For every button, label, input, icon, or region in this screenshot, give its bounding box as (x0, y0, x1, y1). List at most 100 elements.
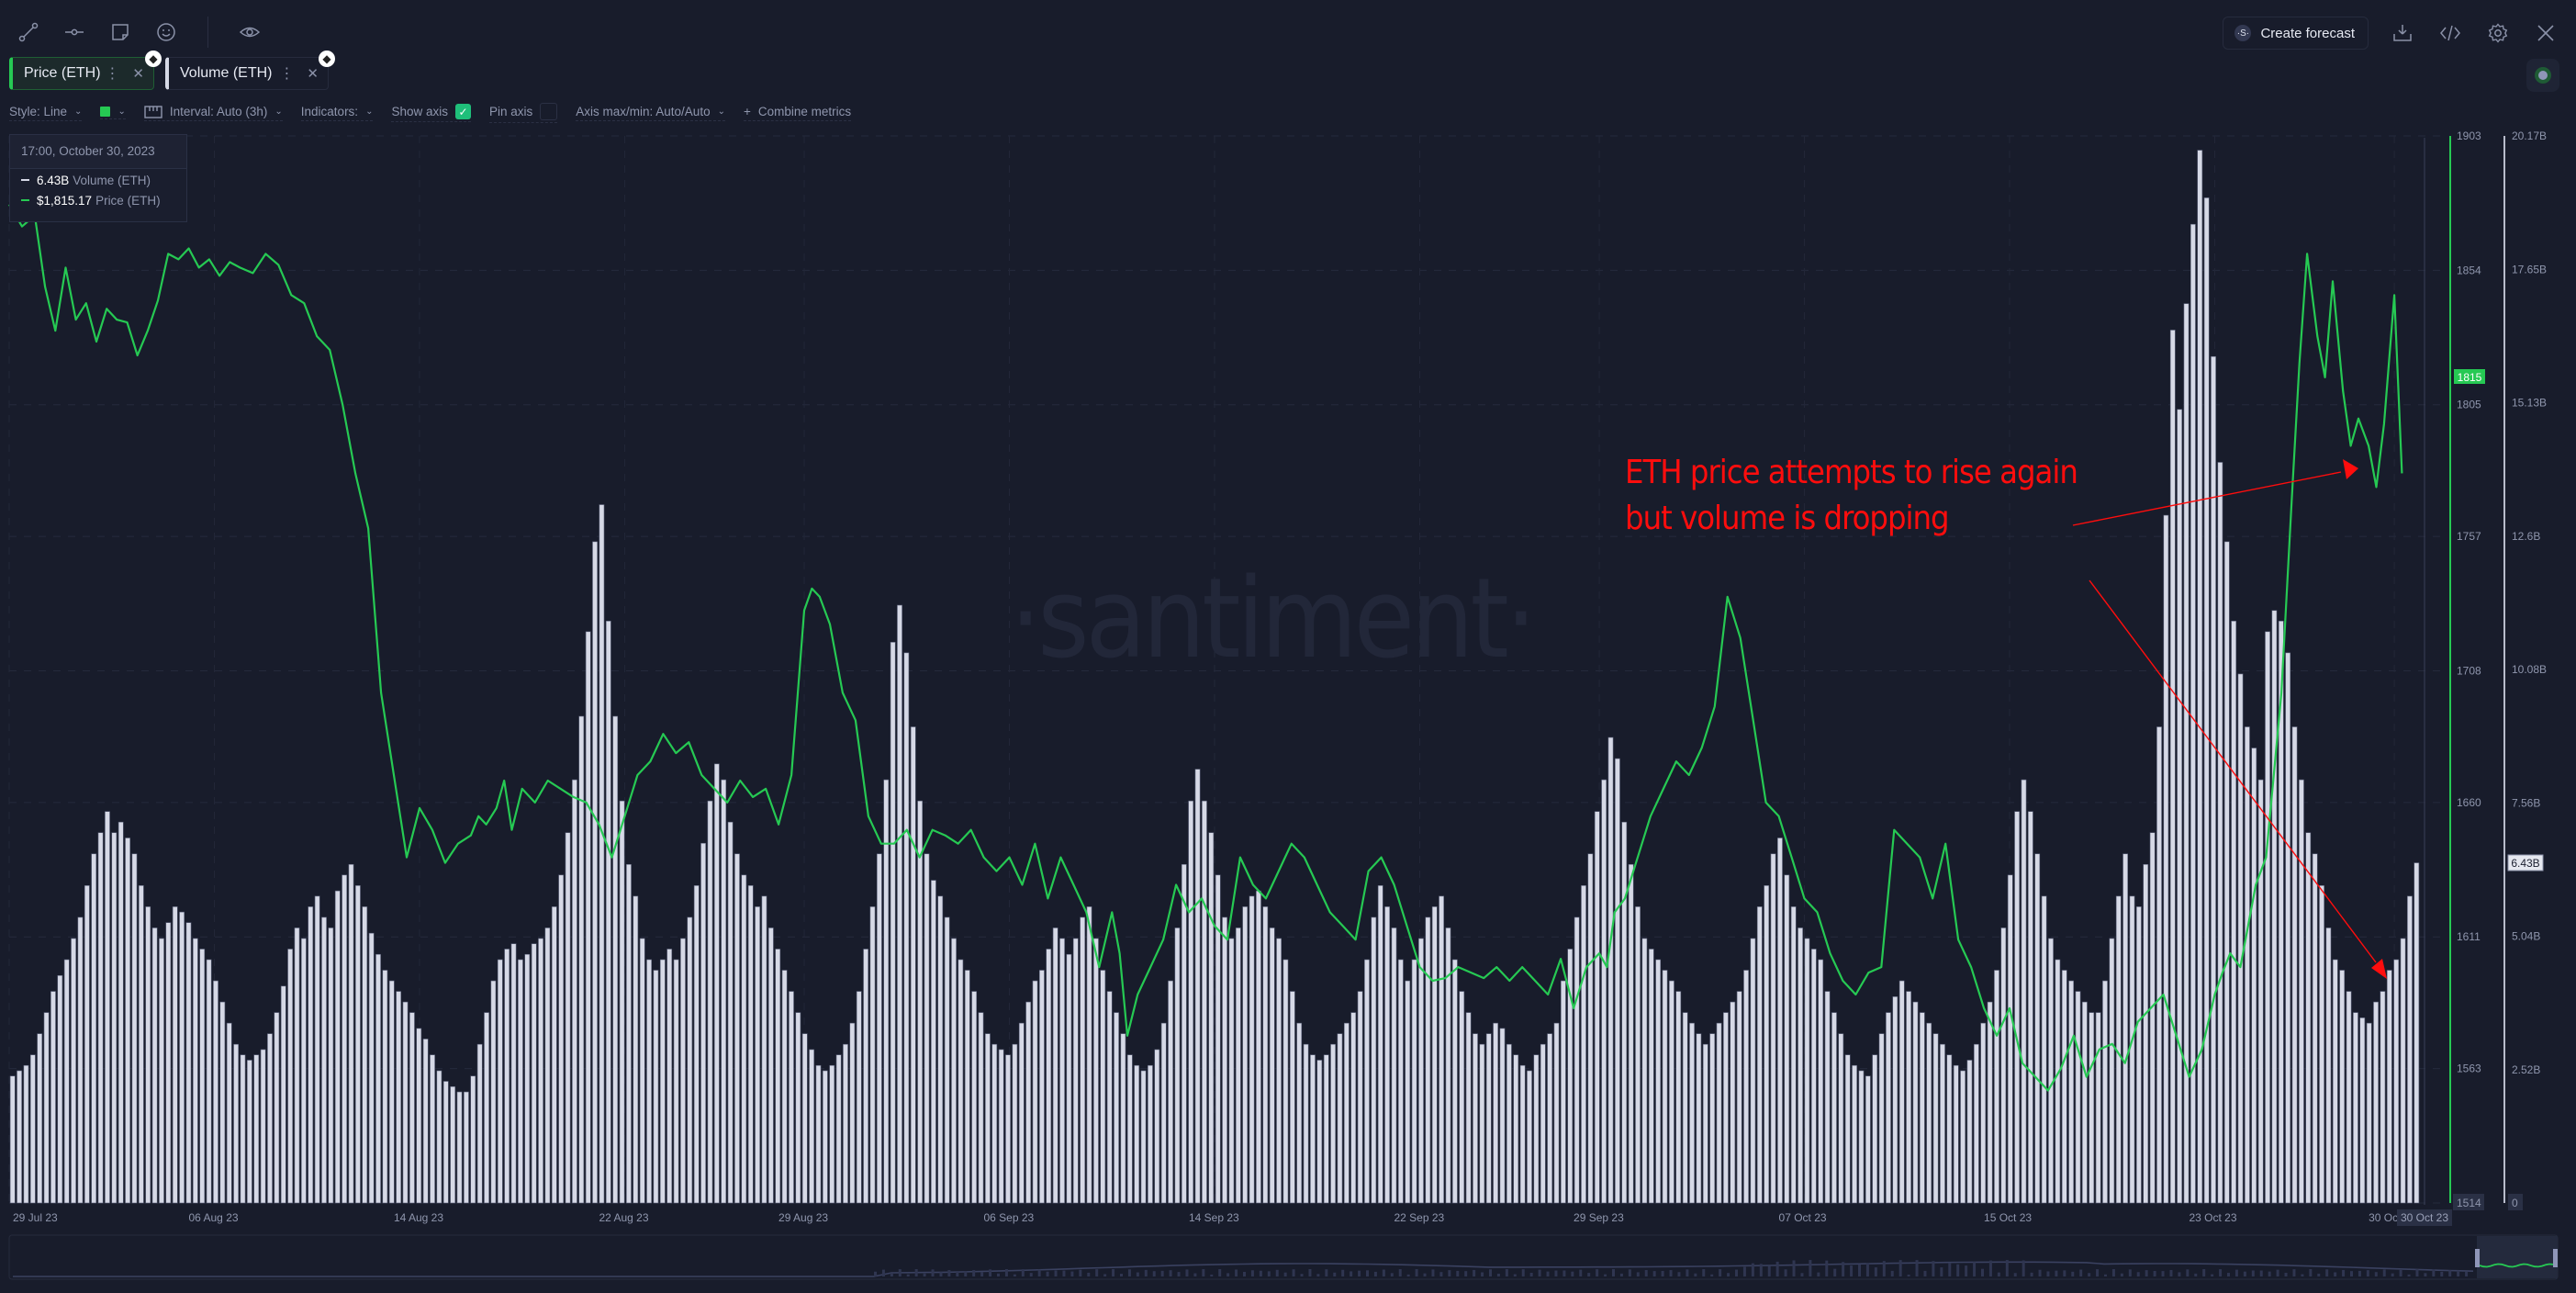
navigator-handle-left[interactable] (2475, 1249, 2480, 1267)
navigator-bar (1382, 1269, 1385, 1276)
volume-bar (1397, 959, 1404, 1204)
navigator-bar (1842, 1262, 1845, 1276)
navigator-bar (1505, 1269, 1508, 1276)
volume-bar (2129, 895, 2135, 1204)
volume-bar (1479, 1043, 1485, 1204)
volume-bar (1202, 800, 1207, 1204)
volume-bar (185, 922, 192, 1204)
navigator-bar (2243, 1271, 2246, 1276)
navigator-selection[interactable] (2477, 1236, 2558, 1278)
volume-bar (436, 1070, 442, 1204)
navigator-bar (2382, 1269, 2386, 1276)
volume-bar (1628, 863, 1634, 1204)
volume-bar (131, 853, 138, 1204)
navigator-bar (1013, 1274, 1016, 1276)
navigator-bar (1473, 1269, 1476, 1276)
volume-bar (1066, 953, 1072, 1204)
navigator-bar (939, 1272, 943, 1276)
navigator-bar (1981, 1268, 1984, 1276)
volume-bar (1323, 1054, 1329, 1204)
x-tick-label: 29 Sep 23 (1574, 1211, 1624, 1224)
navigator-bar (1185, 1269, 1189, 1276)
volume-bar (159, 938, 164, 1204)
volume-bar (71, 938, 76, 1204)
navigator-bar (1300, 1274, 1304, 1276)
navigator-bar (1152, 1271, 1156, 1276)
volume-bar (1181, 863, 1187, 1204)
volume-bar (2299, 779, 2304, 1204)
price-tick-label: 1514 (2457, 1197, 2481, 1209)
volume-bar (1242, 906, 1249, 1204)
volume-bar (2109, 938, 2115, 1204)
volume-bar (504, 949, 510, 1204)
volume-bar (328, 928, 334, 1204)
navigator-bar (1898, 1260, 1902, 1276)
navigator-bar (1415, 1269, 1418, 1276)
navigator-bar (2342, 1269, 2346, 1276)
volume-bar (829, 1064, 835, 1204)
volume-bar (2305, 832, 2312, 1204)
chart-canvas[interactable]: ·santiment· 1903 1854 1805 1757 1708 1660 1611… (0, 0, 2576, 1293)
volume-bar (1736, 991, 1742, 1204)
volume-bar (1675, 991, 1682, 1204)
navigator-bar (1596, 1269, 1599, 1276)
volume-bar (362, 906, 368, 1204)
volume-bar (1980, 1022, 1987, 1204)
navigator-bar (2194, 1273, 2198, 1276)
volume-bar (930, 880, 936, 1204)
navigator-bar (1809, 1260, 1812, 1276)
volume-bar (2407, 895, 2413, 1204)
navigator-bar (2309, 1269, 2313, 1276)
volume-bar (1898, 980, 1905, 1204)
volume-bar (240, 1054, 246, 1204)
navigator[interactable] (8, 1234, 2559, 1280)
volume-bar (1208, 832, 1215, 1204)
volume-bar (2291, 726, 2298, 1204)
volume-bar (1310, 1054, 1316, 1204)
price-tick-label: 1903 (2457, 129, 2481, 142)
volume-bar (1425, 916, 1431, 1204)
volume-bar (2177, 409, 2183, 1204)
volume-tick-label: 5.04B (2512, 930, 2540, 943)
volume-bar (1276, 938, 1282, 1204)
volume-bar (274, 1012, 280, 1204)
navigator-bar (1923, 1270, 1927, 1276)
volume-bar (442, 1081, 449, 1204)
volume-bar (801, 1033, 808, 1204)
volume-bar (91, 853, 97, 1204)
volume-bar (1940, 1043, 1945, 1204)
navigator-bar (1538, 1269, 1541, 1276)
navigator-bar (1292, 1269, 1295, 1276)
volume-bar (1154, 1049, 1160, 1204)
volume-bar (497, 959, 503, 1204)
navigator-bar (2079, 1269, 2083, 1276)
volume-bar (1716, 1022, 1722, 1204)
volume-bar (700, 842, 706, 1204)
navigator-bar (1775, 1261, 1779, 1276)
volume-bar (1228, 938, 1235, 1204)
volume-bar (1756, 906, 1763, 1204)
volume-bar (944, 916, 950, 1204)
volume-bar (165, 922, 172, 1204)
volume-bar (646, 959, 652, 1204)
volume-bar (396, 991, 402, 1204)
navigator-bar (1004, 1269, 1008, 1276)
volume-bar (924, 853, 930, 1204)
navigator-bar (2055, 1270, 2058, 1276)
x-tick-label: 06 Sep 23 (984, 1211, 1035, 1224)
volume-bar (1561, 980, 1566, 1204)
volume-bar (2312, 853, 2318, 1204)
volume-bar (1709, 1033, 1716, 1204)
volume-bar (308, 906, 314, 1204)
navigator-bar (2202, 1269, 2206, 1276)
navigator-bar (1965, 1265, 1968, 1276)
navigator-handle-right[interactable] (2553, 1249, 2558, 1267)
volume-bar (1445, 928, 1451, 1204)
volume-bar (998, 1049, 1004, 1204)
volume-bar (565, 832, 571, 1204)
navigator-bar (2259, 1270, 2263, 1276)
volume-bar (388, 980, 395, 1204)
navigator-bar (1661, 1270, 1664, 1276)
volume-bar (795, 1012, 801, 1204)
navigator-bar (2399, 1269, 2402, 1276)
